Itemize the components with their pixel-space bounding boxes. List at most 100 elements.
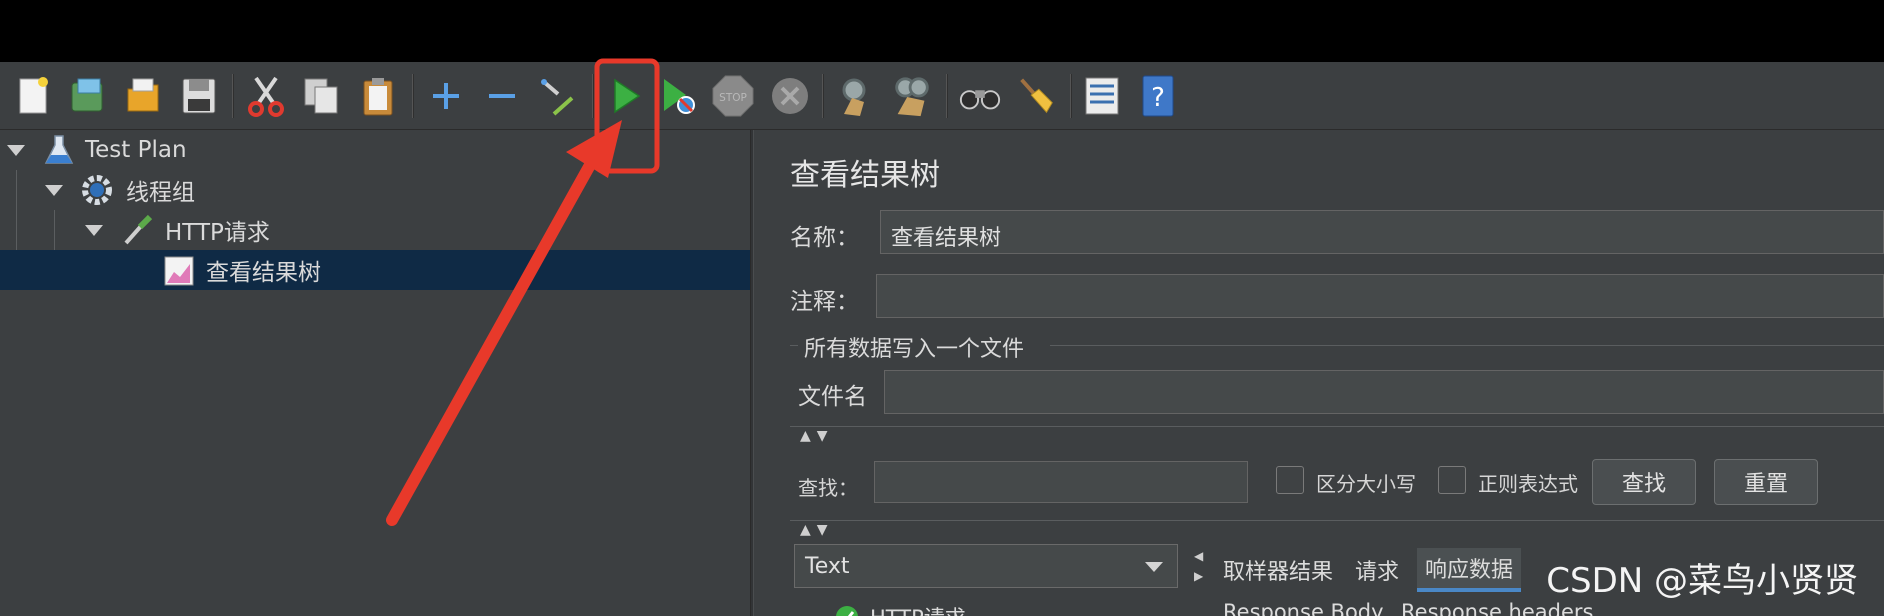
renderer-select-value: Text — [805, 554, 850, 579]
section-divider — [790, 520, 1884, 521]
paste-button[interactable] — [356, 73, 400, 119]
expand-caret-icon[interactable] — [85, 225, 103, 236]
tree-item-label: HTTP请求 — [165, 220, 270, 246]
stop-badge: STOP — [719, 92, 747, 104]
start-button[interactable] — [603, 73, 647, 119]
play-no-timer-icon — [664, 79, 695, 114]
success-check-icon — [836, 606, 858, 616]
section-divider — [790, 426, 1884, 427]
filename-field[interactable] — [884, 370, 1884, 414]
minus-icon — [489, 94, 515, 98]
tree-item-label: 线程组 — [126, 180, 195, 206]
clear-all-button[interactable] — [890, 73, 934, 119]
shutdown-button[interactable] — [768, 73, 812, 119]
save-disk-icon — [182, 78, 216, 114]
list-dialog-icon — [1085, 77, 1119, 115]
name-field[interactable]: 查看结果树 — [880, 210, 1884, 254]
pane-split-arrows-icon[interactable]: ◀ ▶ — [1194, 546, 1203, 586]
expand-caret-icon[interactable] — [45, 185, 63, 196]
subtab-response-headers[interactable]: Response headers — [1393, 600, 1601, 616]
gear-icon — [82, 175, 112, 205]
expand-all-button[interactable] — [424, 73, 468, 119]
regex-label: 正则表达式 — [1478, 472, 1578, 496]
templates-button[interactable] — [66, 73, 110, 119]
broom-icon — [1020, 78, 1053, 114]
jmeter-window: STOP ? Test Plan 线程组 HTTP请求 查看结果树 查看结果树 … — [0, 62, 1884, 616]
toggle-button[interactable] — [536, 73, 580, 119]
toolbar: STOP ? — [0, 62, 1884, 130]
stop-button[interactable]: STOP — [711, 73, 755, 119]
scissors-icon — [248, 76, 284, 117]
filename-label: 文件名 — [798, 384, 867, 410]
save-button[interactable] — [177, 73, 221, 119]
clear-all-icon — [895, 77, 929, 117]
clear-gear-broom-icon — [842, 78, 866, 116]
plus-icon — [433, 83, 459, 109]
view-results-tree-panel: 查看结果树 名称： 查看结果树 注释： 所有数据写入一个文件 文件名 ▲▼ 查找… — [754, 130, 1884, 616]
chart-icon — [164, 256, 194, 286]
file-group-label: 所有数据写入一个文件 — [804, 337, 1025, 362]
toolbar-separator — [412, 74, 414, 118]
copy-button[interactable] — [300, 73, 344, 119]
stop-sign-icon: STOP — [712, 75, 754, 117]
new-file-icon — [19, 77, 48, 114]
collapse-all-button[interactable] — [480, 73, 524, 119]
reset-search-button[interactable] — [1014, 73, 1058, 119]
comment-label: 注释： — [790, 289, 859, 315]
reset-button[interactable]: 重置 — [1714, 459, 1818, 505]
search-button[interactable] — [958, 73, 1002, 119]
open-button[interactable] — [122, 73, 166, 119]
result-item-label: HTTP请求 — [870, 602, 966, 616]
group-border — [790, 345, 798, 346]
find-button[interactable]: 查找 — [1592, 459, 1696, 505]
name-label: 名称： — [790, 225, 859, 251]
shutdown-x-icon — [772, 78, 808, 114]
window-title-bar — [0, 0, 1884, 62]
renderer-select[interactable]: Text — [794, 544, 1178, 588]
collapse-arrows-icon[interactable]: ▲▼ — [800, 428, 834, 444]
group-border — [1050, 345, 1884, 346]
toolbar-separator — [1070, 74, 1072, 118]
tree-item-http-request[interactable]: HTTP请求 — [0, 210, 750, 250]
toolbar-separator — [592, 74, 594, 118]
tab-sampler-result[interactable]: 取样器结果 — [1215, 548, 1341, 592]
toggle-wand-icon — [541, 79, 574, 116]
help-badge: ? — [1151, 83, 1165, 113]
chevron-down-icon — [1145, 562, 1163, 572]
help-button[interactable]: ? — [1136, 73, 1180, 119]
result-list-item[interactable]: HTTP请求 — [834, 602, 966, 616]
case-sensitive-checkbox[interactable] — [1276, 466, 1304, 494]
help-book-icon: ? — [1142, 75, 1174, 117]
watermark: CSDN @菜鸟小贤贤 — [1546, 561, 1858, 601]
collapse-arrows-icon[interactable]: ▲▼ — [800, 522, 834, 538]
flask-icon — [44, 135, 74, 164]
templates-icon — [71, 78, 103, 112]
tree-item-label: Test Plan — [85, 137, 187, 163]
toolbar-separator — [232, 74, 234, 118]
toolbar-separator — [822, 74, 824, 118]
toolbar-separator — [946, 74, 948, 118]
expand-caret-icon[interactable] — [7, 145, 25, 156]
tree-item-view-results-tree[interactable]: 查看结果树 — [0, 250, 750, 290]
play-icon — [614, 78, 641, 114]
name-field-value: 查看结果树 — [891, 226, 1002, 251]
subtab-response-body[interactable]: Response Body — [1215, 600, 1392, 616]
new-file-button[interactable] — [12, 73, 56, 119]
function-helper-button[interactable] — [1080, 73, 1124, 119]
open-folder-icon — [127, 78, 159, 112]
tree-item-test-plan[interactable]: Test Plan — [0, 130, 750, 170]
clipboard-icon — [363, 78, 393, 116]
case-sensitive-label: 区分大小写 — [1316, 472, 1416, 496]
binoculars-icon — [959, 90, 1001, 110]
clear-button[interactable] — [834, 73, 878, 119]
search-label: 查找： — [798, 476, 858, 500]
tree-item-thread-group[interactable]: 线程组 — [0, 170, 750, 210]
tree-item-label: 查看结果树 — [206, 260, 321, 286]
search-input[interactable] — [874, 461, 1248, 503]
regex-checkbox[interactable] — [1438, 466, 1466, 494]
start-no-pauses-button[interactable] — [656, 73, 700, 119]
cut-button[interactable] — [244, 73, 288, 119]
comment-field[interactable] — [876, 274, 1884, 318]
tab-request[interactable]: 请求 — [1347, 548, 1407, 592]
tab-response-data[interactable]: 响应数据 — [1417, 548, 1522, 592]
